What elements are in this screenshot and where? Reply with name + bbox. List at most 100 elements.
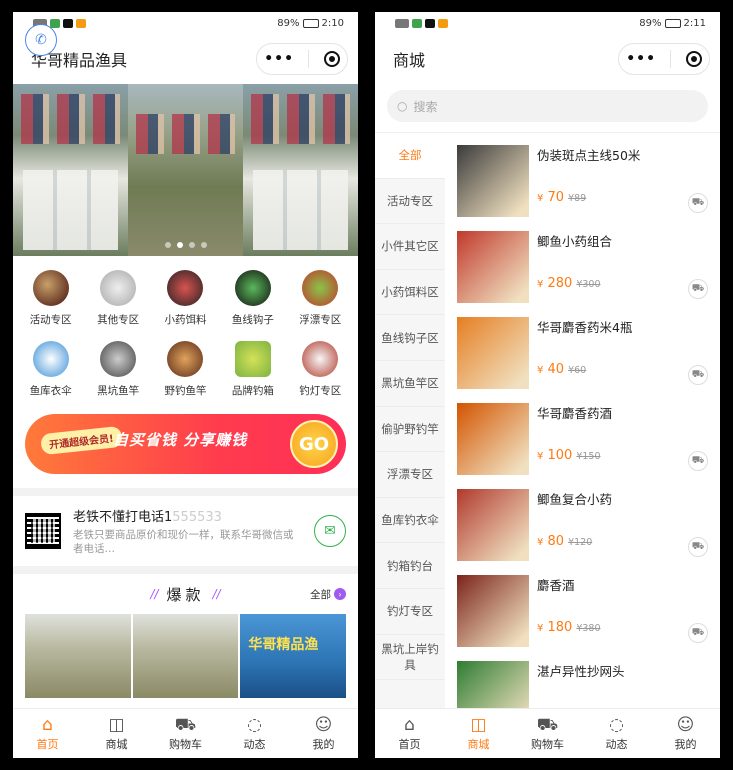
vip-promo-banner[interactable]: 开通超级会员! 自买省钱 分享赚钱 GO (25, 414, 346, 474)
category-image (32, 341, 69, 377)
battery-text: 89% (639, 17, 662, 29)
search-icon: ○ (397, 99, 408, 113)
category-image (302, 270, 339, 306)
original-price: ¥380 (576, 623, 601, 634)
view-all-link[interactable]: 全部 › (310, 587, 346, 602)
sidebar-item[interactable]: 钓箱钓台 (375, 543, 445, 589)
home-screen: 89% 2:10 华哥精品渔具 ••• 活动专区 其他专区 小药饵料 鱼线钩子 … (13, 12, 358, 758)
category-item[interactable]: 其他专区 (84, 270, 151, 327)
mini-program-capsule: ••• (256, 43, 348, 75)
sidebar-item[interactable]: 小件其它区 (375, 224, 445, 270)
category-image (32, 270, 69, 306)
original-price: ¥150 (576, 451, 601, 462)
search-input[interactable]: ○ 搜索 (387, 90, 708, 122)
tab-me[interactable]: ☺ 我的 (289, 709, 358, 758)
promo-go-button[interactable]: GO (290, 420, 338, 468)
add-to-cart-icon[interactable]: ⛟ (688, 623, 708, 643)
category-item[interactable]: 钓灯专区 (287, 341, 354, 398)
chevron-right-icon: › (334, 588, 346, 600)
product-item[interactable]: 麝香酒 ¥ 180 ¥380 ⛟ (457, 563, 720, 649)
sidebar-item[interactable]: 浮漂专区 (375, 452, 445, 498)
tab-me[interactable]: ☺ 我的 (651, 709, 720, 758)
tab-home[interactable]: ⌂ 首页 (13, 709, 82, 758)
category-item[interactable]: 野钓鱼竿 (152, 341, 219, 398)
tab-bar: ⌂ 首页 ◫ 商城 ⛟ 购物车 ◌ 动态 ☺ 我的 (375, 708, 720, 758)
more-icon[interactable]: ••• (264, 51, 294, 67)
product-price: ¥ 180 ¥380 (537, 620, 601, 635)
product-item[interactable]: 湛卢异性抄网头 (457, 649, 720, 712)
hot-title: 爆款 (166, 585, 205, 604)
mini-program-capsule: ••• (618, 43, 710, 75)
shop-bag-icon: ◫ (470, 714, 487, 735)
original-price: ¥300 (576, 279, 601, 290)
product-item[interactable]: 伪装斑点主线50米 ¥ 70 ¥89 ⛟ (457, 133, 720, 219)
category-item[interactable]: 浮漂专区 (287, 270, 354, 327)
sidebar-item[interactable]: 小药饵料区 (375, 270, 445, 316)
banner-carousel[interactable] (13, 84, 358, 256)
qr-code-icon[interactable] (25, 513, 61, 549)
add-to-cart-icon[interactable]: ⛟ (688, 193, 708, 213)
sidebar-item[interactable]: 黑坑上岸钓具 (375, 635, 445, 681)
banner-image (243, 84, 358, 256)
close-mini-program-icon[interactable] (685, 51, 702, 67)
chat-bubble-icon: ◌ (247, 714, 262, 735)
category-item[interactable]: 黑坑鱼竿 (84, 341, 151, 398)
tab-feed[interactable]: ◌ 动态 (220, 709, 289, 758)
sidebar-item[interactable]: 钓灯专区 (375, 589, 445, 635)
add-to-cart-icon[interactable]: ⛟ (688, 451, 708, 471)
category-image (100, 270, 137, 306)
product-price: ¥ 280 ¥300 (537, 276, 601, 291)
category-image (234, 341, 271, 377)
product-item[interactable]: 鲫鱼复合小药 ¥ 80 ¥120 ⛟ (457, 477, 720, 563)
tab-cart[interactable]: ⛟ 购物车 (513, 709, 582, 758)
original-price: ¥89 (568, 193, 587, 204)
product-name: 麝香酒 (537, 578, 575, 593)
product-name: 伪装斑点主线50米 (537, 148, 641, 163)
product-item[interactable]: 鲫鱼小药组合 ¥ 280 ¥300 ⛟ (457, 219, 720, 305)
battery-icon (664, 18, 681, 28)
more-icon[interactable]: ••• (626, 51, 656, 67)
add-to-cart-icon[interactable]: ⛟ (688, 279, 708, 299)
category-image (167, 341, 204, 377)
hot-product-image[interactable]: 华哥精品渔 (25, 614, 346, 698)
category-image (167, 270, 204, 306)
original-price: ¥120 (568, 537, 593, 548)
category-item[interactable]: 活动专区 (17, 270, 84, 327)
contact-title: 老铁不懂打电话1 (73, 509, 173, 525)
product-name: 华哥麝香药酒 (537, 406, 613, 421)
sidebar-item[interactable]: 黑坑鱼竿区 (375, 361, 445, 407)
add-to-cart-icon[interactable]: ⛟ (688, 537, 708, 557)
tab-shop[interactable]: ◫ 商城 (444, 709, 513, 758)
phone-call-button[interactable]: ✆ (25, 24, 57, 56)
tab-shop[interactable]: ◫ 商城 (82, 709, 151, 758)
tab-cart[interactable]: ⛟ 购物车 (151, 709, 220, 758)
product-price: ¥ 40 ¥60 (537, 362, 587, 377)
clock: 2:11 (683, 17, 706, 29)
promo-slogan: 自买省钱 分享赚钱 (113, 431, 248, 449)
sidebar-item[interactable]: 活动专区 (375, 179, 445, 225)
product-list: 伪装斑点主线50米 ¥ 70 ¥89 ⛟ 鲫鱼小药组合 ¥ 280 ¥300 ⛟ 华哥麝香药米4… (445, 133, 720, 712)
category-item[interactable]: 小药饵料 (152, 270, 219, 327)
category-item[interactable]: 品牌钓箱 (219, 341, 286, 398)
wechat-icon: ✉ (324, 523, 336, 539)
home-icon: ⌂ (404, 714, 415, 735)
sidebar-item[interactable]: 鱼线钩子区 (375, 315, 445, 361)
add-to-cart-icon[interactable]: ⛟ (688, 365, 708, 385)
tab-feed[interactable]: ◌ 动态 (582, 709, 651, 758)
category-item[interactable]: 鱼库衣伞 (17, 341, 84, 398)
category-item[interactable]: 鱼线钩子 (219, 270, 286, 327)
divider (13, 488, 358, 496)
product-item[interactable]: 华哥麝香药米4瓶 ¥ 40 ¥60 ⛟ (457, 305, 720, 391)
sidebar-item[interactable]: 偷驴野钓竿 (375, 407, 445, 453)
category-image (302, 341, 339, 377)
search-placeholder: 搜索 (413, 99, 438, 114)
product-item[interactable]: 华哥麝香药酒 ¥ 100 ¥150 ⛟ (457, 391, 720, 477)
wechat-button[interactable]: ✉ (314, 515, 346, 547)
sidebar-item[interactable]: 鱼库钓衣伞 (375, 498, 445, 544)
close-mini-program-icon[interactable] (323, 51, 340, 67)
page-title: 商城 (393, 51, 426, 70)
product-name: 华哥麝香药米4瓶 (537, 320, 633, 335)
category-grid: 活动专区 其他专区 小药饵料 鱼线钩子 浮漂专区 鱼库衣伞 黑坑鱼竿 野钓鱼竿 … (13, 256, 358, 402)
tab-home[interactable]: ⌂ 首页 (375, 709, 444, 758)
sidebar-item-all[interactable]: 全部 (375, 133, 445, 179)
